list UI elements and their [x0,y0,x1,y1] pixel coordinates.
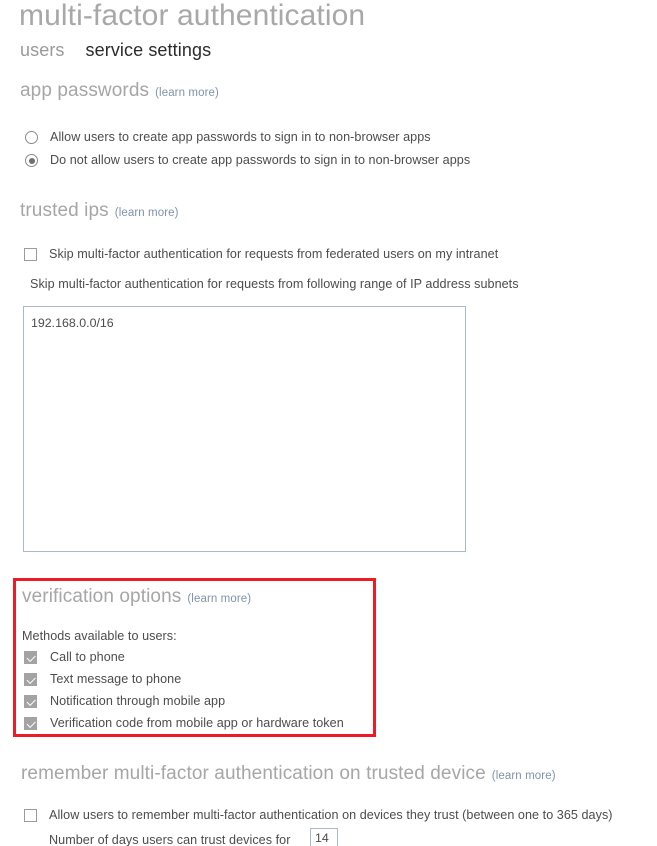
tab-users[interactable]: users [20,40,65,61]
tab-bar: users service settings [20,40,211,61]
radio-allow-app-passwords[interactable] [25,131,38,144]
section-heading-verification-options: verification options (learn more) [22,586,251,608]
checkbox-row-skip-federated[interactable]: Skip multi-factor authentication for req… [24,247,498,262]
verification-options-learn-more-link[interactable]: (learn more) [187,593,251,605]
radio-row-disallow-app-passwords[interactable]: Do not allow users to create app passwor… [25,153,470,168]
checkbox-allow-remember-mfa-label: Allow users to remember multi-factor aut… [49,808,613,822]
trusted-ips-heading-text: trusted ips [20,200,109,221]
methods-available-label: Methods available to users: [22,629,177,643]
checkbox-skip-federated-users[interactable] [24,248,37,261]
ip-subnets-label: Skip multi-factor authentication for req… [30,277,519,291]
checkbox-verification-code-mobile-app-or-token[interactable] [24,717,37,730]
checkbox-call-to-phone[interactable] [24,651,37,664]
trusted-ips-learn-more-link[interactable]: (learn more) [115,207,179,219]
checkbox-call-to-phone-label: Call to phone [50,650,125,664]
tab-service-settings[interactable]: service settings [86,40,212,61]
checkbox-notification-through-mobile-app[interactable] [24,695,37,708]
app-passwords-learn-more-link[interactable]: (learn more) [155,87,219,99]
checkbox-allow-remember-mfa[interactable] [24,809,37,822]
checkbox-row-call-to-phone[interactable]: Call to phone [24,650,125,665]
app-passwords-heading-text: app passwords [20,80,150,101]
remember-mfa-learn-more-link[interactable]: (learn more) [492,770,556,782]
checkbox-text-message-to-phone-label: Text message to phone [50,672,182,686]
page-title: multi-factor authentication [19,0,366,32]
ip-subnets-textarea[interactable] [23,306,466,552]
remember-mfa-heading-text: remember multi-factor authentication on … [21,763,486,784]
checkbox-notification-through-mobile-app-label: Notification through mobile app [50,694,226,708]
radio-row-allow-app-passwords[interactable]: Allow users to create app passwords to s… [25,130,431,145]
checkbox-text-message-to-phone[interactable] [24,673,37,686]
section-heading-trusted-ips: trusted ips (learn more) [20,200,179,222]
radio-allow-app-passwords-label: Allow users to create app passwords to s… [50,130,431,144]
checkbox-skip-federated-users-label: Skip multi-factor authentication for req… [49,247,499,261]
section-heading-remember-mfa: remember multi-factor authentication on … [21,763,556,785]
number-of-days-input[interactable] [310,828,338,846]
mfa-service-settings-page: multi-factor authentication users servic… [0,0,657,846]
number-of-days-label: Number of days users can trust devices f… [49,833,291,846]
checkbox-verification-code-mobile-app-or-token-label: Verification code from mobile app or har… [50,716,344,730]
radio-disallow-app-passwords-label: Do not allow users to create app passwor… [50,153,471,167]
radio-disallow-app-passwords[interactable] [25,154,38,167]
checkbox-row-allow-remember-mfa[interactable]: Allow users to remember multi-factor aut… [24,808,613,823]
verification-options-heading-text: verification options [22,586,182,607]
checkbox-row-notification-mobile-app[interactable]: Notification through mobile app [24,694,225,709]
section-heading-app-passwords: app passwords (learn more) [20,80,219,102]
checkbox-row-text-message-to-phone[interactable]: Text message to phone [24,672,181,687]
checkbox-row-verification-code[interactable]: Verification code from mobile app or har… [24,716,344,731]
